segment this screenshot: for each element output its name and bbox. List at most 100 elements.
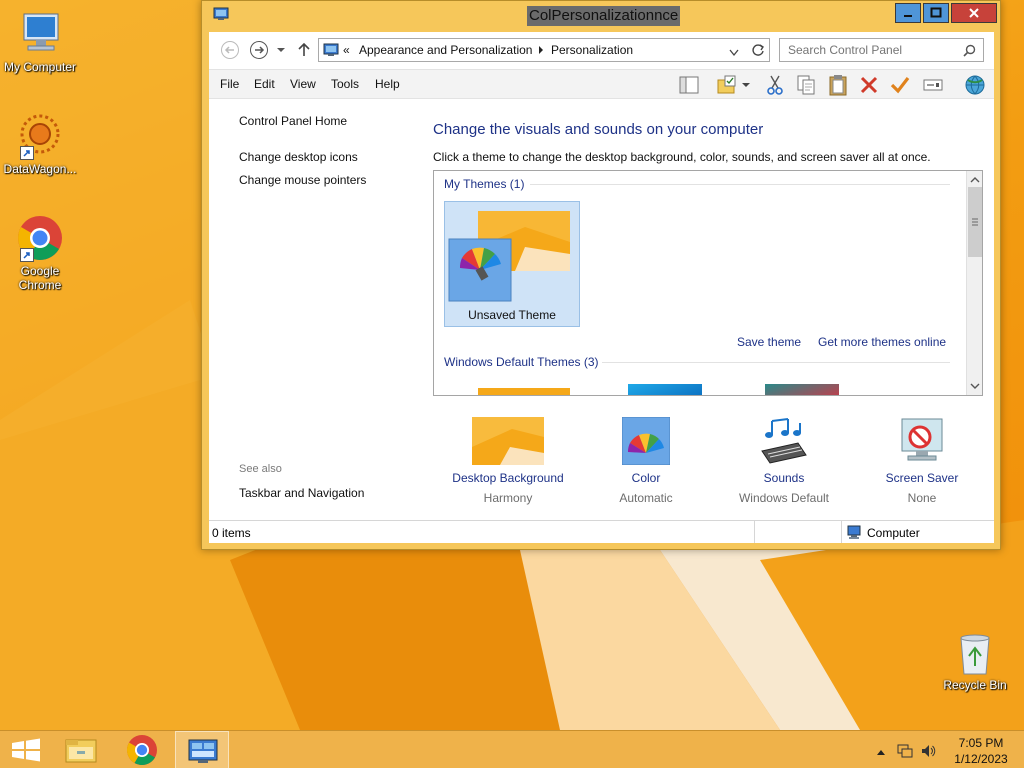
desktop-icon-my-computer[interactable]: My Computer	[0, 10, 80, 74]
folder-icon	[65, 739, 97, 763]
search-input[interactable]	[788, 43, 958, 57]
taskbar-and-navigation-link[interactable]: Taskbar and Navigation	[239, 486, 364, 500]
status-location: Computer	[867, 526, 920, 540]
refresh-icon[interactable]	[751, 43, 765, 60]
setting-title[interactable]: Screen Saver	[852, 471, 992, 485]
recent-pages-button[interactable]	[275, 40, 295, 60]
desktop-background-icon	[472, 417, 544, 465]
cut-button[interactable]	[764, 74, 786, 96]
page-subtitle: Click a theme to change the desktop back…	[433, 150, 931, 164]
title-bar[interactable]: ColPersonalizationnce	[202, 1, 1000, 31]
change-mouse-pointers-link[interactable]: Change mouse pointers	[239, 173, 366, 187]
breadcrumb-overflow[interactable]: «	[343, 43, 350, 57]
properties-button[interactable]	[889, 74, 911, 96]
scroll-thumb[interactable]	[968, 187, 982, 257]
control-panel-home-link[interactable]: Control Panel Home	[239, 114, 347, 128]
scroll-down-icon[interactable]	[967, 379, 983, 393]
search-box[interactable]	[779, 38, 984, 62]
folder-options-dropdown[interactable]	[740, 74, 752, 96]
back-button[interactable]	[220, 40, 240, 60]
desktop-icon-chrome[interactable]: Google Chrome	[0, 214, 80, 292]
setting-value: None	[907, 491, 937, 505]
scissors-icon	[767, 75, 783, 95]
breadcrumb-separator-icon[interactable]	[537, 44, 545, 58]
screen-saver-setting[interactable]: Screen Saver None	[852, 417, 992, 505]
taskbar-clock[interactable]: 7:05 PM 1/12/2023	[943, 735, 1019, 767]
rename-icon	[923, 79, 943, 91]
control-panel-icon	[188, 739, 218, 763]
up-button[interactable]	[296, 40, 316, 60]
themes-list[interactable]: My Themes (1) Unsaved Theme Save theme G…	[433, 170, 983, 396]
desktop-background-setting[interactable]: Desktop Background Harmony	[438, 417, 578, 505]
desktop-icon-label: DataWagon...	[3, 162, 77, 176]
address-bar[interactable]: « Appearance and Personalization Persona…	[318, 38, 770, 62]
forward-button[interactable]	[249, 40, 269, 60]
group-divider	[602, 362, 950, 363]
desktop-icon-recycle-bin[interactable]: Recycle Bin	[935, 632, 1015, 692]
window-title: ColPersonalizationnce	[527, 6, 681, 26]
address-dropdown-icon[interactable]	[729, 46, 739, 60]
sounds-setting[interactable]: Sounds Windows Default	[714, 417, 854, 505]
back-icon	[221, 41, 239, 59]
chrome-icon	[126, 735, 157, 766]
status-separator	[841, 521, 842, 543]
delete-button[interactable]	[858, 74, 880, 96]
setting-title[interactable]: Desktop Background	[438, 471, 578, 485]
control-panel-icon	[213, 7, 229, 24]
rename-button[interactable]	[922, 74, 944, 96]
screen-saver-icon	[898, 417, 946, 465]
maximize-button[interactable]	[923, 3, 949, 23]
folder-options-button[interactable]	[716, 74, 738, 96]
theme-preview-windows[interactable]	[478, 388, 570, 395]
get-more-themes-link[interactable]: Get more themes online	[818, 335, 946, 349]
breadcrumb-item-personalization[interactable]: Personalization	[551, 43, 633, 57]
show-hidden-icons-button[interactable]	[876, 745, 886, 759]
globe-button[interactable]	[962, 74, 988, 96]
menu-bar: File Edit View Tools Help	[209, 69, 994, 99]
computer-icon	[16, 10, 64, 58]
maximize-icon	[930, 7, 942, 18]
layout-pane-button[interactable]	[678, 74, 700, 96]
scroll-up-icon[interactable]	[967, 173, 983, 187]
theme-preview-flowers[interactable]	[765, 384, 839, 395]
group-header-my-themes[interactable]: My Themes (1)	[444, 177, 524, 191]
volume-icon[interactable]	[920, 743, 936, 762]
globe-icon	[965, 75, 985, 95]
breadcrumb-item-appearance[interactable]: Appearance and Personalization	[359, 43, 532, 57]
change-desktop-icons-link[interactable]: Change desktop icons	[239, 150, 358, 164]
menu-view[interactable]: View	[290, 77, 316, 91]
status-bar: 0 items Computer	[209, 520, 994, 543]
minimize-button[interactable]	[895, 3, 921, 23]
setting-title[interactable]: Color	[576, 471, 716, 485]
menu-edit[interactable]: Edit	[254, 77, 275, 91]
taskbar-control-panel[interactable]	[175, 731, 229, 768]
shortcut-arrow-icon	[20, 248, 34, 262]
clock-date: 1/12/2023	[954, 752, 1008, 766]
group-header-default-themes[interactable]: Windows Default Themes (3)	[444, 355, 599, 369]
menu-tools[interactable]: Tools	[331, 77, 359, 91]
paste-button[interactable]	[827, 74, 849, 96]
setting-value: Automatic	[619, 491, 673, 505]
chevron-down-icon	[277, 48, 285, 52]
desktop-icon-datawagon[interactable]: DataWagon...	[0, 112, 80, 176]
theme-preview-lines[interactable]	[628, 384, 702, 395]
setting-title[interactable]: Sounds	[714, 471, 854, 485]
menu-help[interactable]: Help	[375, 77, 400, 91]
themes-scrollbar[interactable]	[966, 171, 982, 395]
checkmark-icon	[890, 77, 910, 94]
taskbar-file-explorer[interactable]	[55, 731, 109, 768]
left-navigation: Control Panel Home Change desktop icons …	[209, 100, 419, 518]
color-setting[interactable]: Color Automatic	[576, 416, 716, 505]
copy-button[interactable]	[795, 74, 817, 96]
windows-logo-icon	[12, 738, 40, 762]
close-button[interactable]	[951, 3, 997, 23]
datawagon-icon	[16, 112, 64, 160]
save-theme-link[interactable]: Save theme	[737, 335, 801, 349]
theme-tile-unsaved[interactable]: Unsaved Theme	[444, 201, 580, 327]
taskbar-chrome[interactable]	[115, 731, 169, 768]
network-icon[interactable]	[897, 743, 913, 762]
desktop-icon-label: Recycle Bin	[943, 678, 1007, 692]
menu-file[interactable]: File	[220, 77, 239, 91]
search-icon[interactable]	[963, 44, 976, 60]
start-button[interactable]	[0, 731, 54, 768]
